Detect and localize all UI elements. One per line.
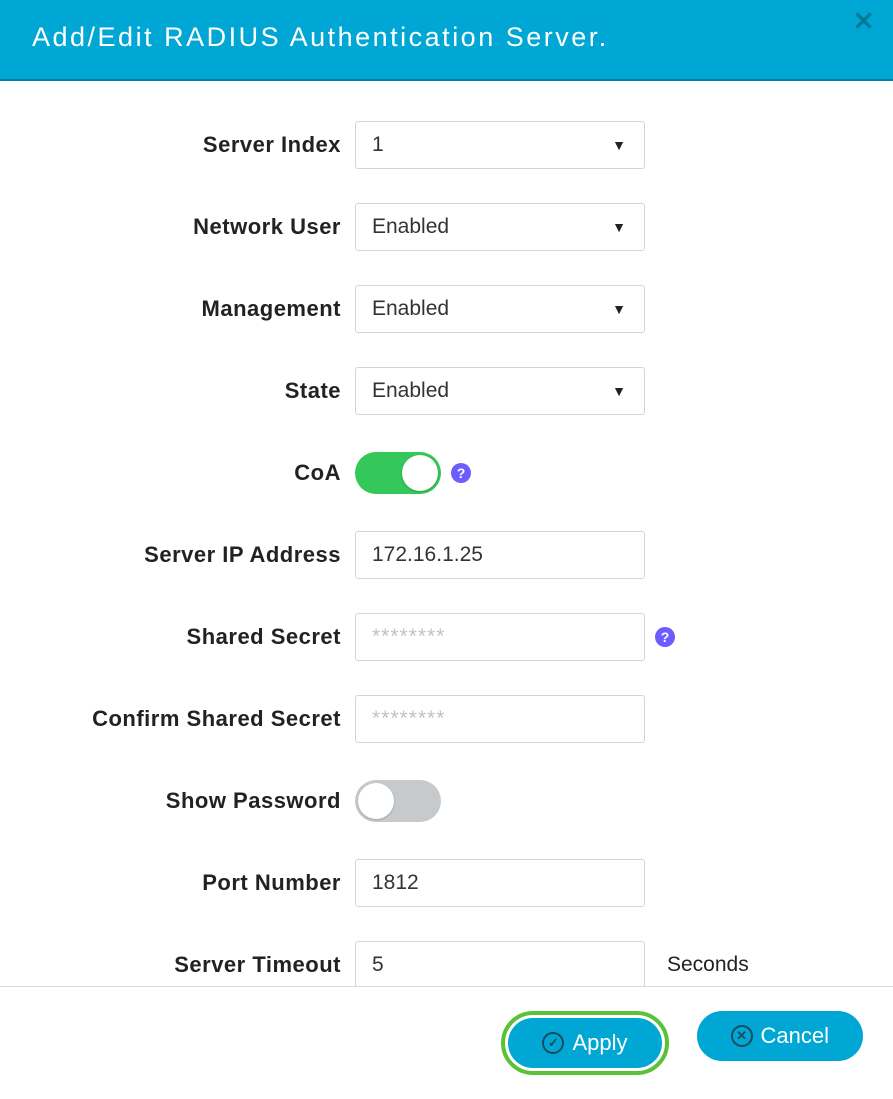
shared-secret-input[interactable]	[355, 613, 645, 661]
chevron-down-icon: ▼	[612, 219, 626, 235]
server-timeout-unit: Seconds	[667, 953, 749, 977]
port-number-input[interactable]	[355, 859, 645, 907]
server-timeout-input[interactable]	[355, 941, 645, 989]
management-value: Enabled	[372, 297, 449, 321]
x-circle-icon: ✕	[731, 1025, 753, 1047]
coa-toggle[interactable]	[355, 452, 441, 494]
dialog-title: Add/Edit RADIUS Authentication Server.	[32, 22, 609, 52]
apply-button-label: Apply	[572, 1030, 627, 1056]
apply-button[interactable]: ✓ Apply	[508, 1018, 661, 1068]
port-number-label: Port Number	[0, 870, 355, 896]
server-ip-label: Server IP Address	[0, 542, 355, 568]
cancel-button[interactable]: ✕ Cancel	[697, 1011, 863, 1061]
network-user-label: Network User	[0, 214, 355, 240]
cancel-button-label: Cancel	[761, 1023, 829, 1049]
apply-highlight: ✓ Apply	[501, 1011, 668, 1075]
confirm-secret-input[interactable]	[355, 695, 645, 743]
management-select[interactable]: Enabled ▼	[355, 285, 645, 333]
network-user-value: Enabled	[372, 215, 449, 239]
server-index-select[interactable]: 1 ▼	[355, 121, 645, 169]
close-icon[interactable]: ✕	[853, 6, 877, 37]
dialog-footer: ✓ Apply ✕ Cancel	[0, 986, 893, 1099]
state-value: Enabled	[372, 379, 449, 403]
chevron-down-icon: ▼	[612, 301, 626, 317]
server-index-value: 1	[372, 133, 384, 157]
check-circle-icon: ✓	[542, 1032, 564, 1054]
show-password-label: Show Password	[0, 788, 355, 814]
server-ip-input[interactable]	[355, 531, 645, 579]
state-label: State	[0, 378, 355, 404]
shared-secret-label: Shared Secret	[0, 624, 355, 650]
coa-label: CoA	[0, 460, 355, 486]
confirm-secret-label: Confirm Shared Secret	[0, 706, 355, 732]
form-area: Server Index 1 ▼ Network User Enabled ▼ …	[0, 81, 893, 1053]
show-password-toggle[interactable]	[355, 780, 441, 822]
state-select[interactable]: Enabled ▼	[355, 367, 645, 415]
help-icon[interactable]: ?	[655, 627, 675, 647]
server-index-label: Server Index	[0, 132, 355, 158]
help-icon[interactable]: ?	[451, 463, 471, 483]
dialog-header: Add/Edit RADIUS Authentication Server. ✕	[0, 0, 893, 81]
chevron-down-icon: ▼	[612, 137, 626, 153]
chevron-down-icon: ▼	[612, 383, 626, 399]
management-label: Management	[0, 296, 355, 322]
server-timeout-label: Server Timeout	[0, 952, 355, 978]
network-user-select[interactable]: Enabled ▼	[355, 203, 645, 251]
